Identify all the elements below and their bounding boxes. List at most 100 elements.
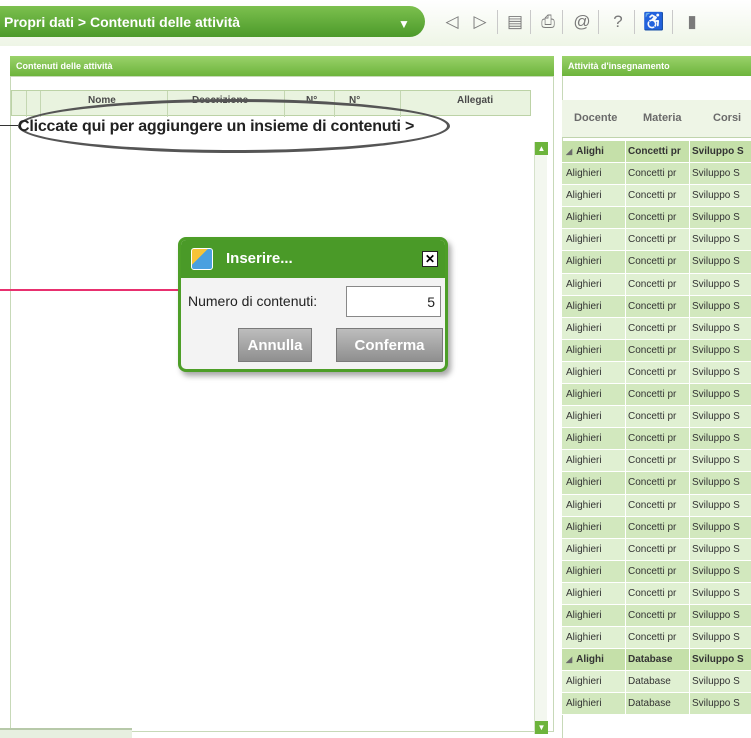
table-row[interactable]: Alighieri Concetti pr Sviluppo S [562,317,751,340]
table-row[interactable]: Alighieri Concetti pr Sviluppo S [562,494,751,517]
docente-text: Alighieri [566,300,602,312]
column-divider [689,361,690,384]
column-divider [689,604,690,627]
toolbar-separator [530,10,531,34]
scroll-down-icon[interactable]: ▼ [535,721,548,734]
chevron-down-icon[interactable]: ▼ [398,17,410,31]
cell-docente: Alighieri [566,367,628,378]
cell-corsi: Sviluppo S [692,212,740,224]
table-row[interactable]: Alighieri Concetti pr Sviluppo S [562,538,751,561]
cell-docente: Alighieri [566,588,628,599]
add-contents-row[interactable]: Cliccate qui per aggiungere un insieme d… [18,118,414,136]
table-row[interactable]: Alighieri Concetti pr Sviluppo S [562,229,751,252]
cell-docente: Alighieri [566,411,628,422]
dialog-title: Inserire... [226,250,293,267]
cell-materia: Concetti pr [628,433,677,445]
group-row[interactable]: ◢ Alighi Concetti pr Sviluppo S [562,141,751,164]
table-row[interactable]: Alighieri Concetti pr Sviluppo S [562,273,751,296]
back-icon[interactable]: ◁ [440,10,464,34]
cell-docente: Alighieri [566,676,628,687]
table-row[interactable]: Alighieri Concetti pr Sviluppo S [562,384,751,407]
column-header-allegati[interactable]: Allegati [457,95,493,106]
help-icon[interactable]: ? [606,10,630,34]
table-row[interactable]: Alighieri Concetti pr Sviluppo S [562,163,751,186]
teaching-column-header: Docente Materia Corsi [562,100,751,138]
column-divider [625,406,626,428]
table-row[interactable]: Alighieri Concetti pr Sviluppo S [562,582,751,605]
column-divider [689,163,690,185]
group-row[interactable]: ◢ Alighi Database Sviluppo S [562,649,751,672]
table-row[interactable]: Alighieri Concetti pr Sviluppo S [562,339,751,362]
table-row[interactable]: Alighieri Concetti pr Sviluppo S [562,185,751,208]
cell-docente: Alighieri [566,279,628,290]
table-row[interactable]: Alighieri Concetti pr Sviluppo S [562,295,751,318]
table-row[interactable]: Alighieri Concetti pr Sviluppo S [562,560,751,583]
cell-materia: Concetti pr [628,366,677,378]
column-header-corsi[interactable]: Corsi [713,112,741,124]
cell-corsi: Sviluppo S [692,521,740,533]
docente-text: Alighieri [566,698,602,710]
table-row[interactable]: Alighieri Database Sviluppo S [562,693,751,716]
cell-docente: Alighieri [566,566,628,577]
count-input[interactable] [346,286,441,317]
cell-docente: Alighieri [566,433,628,444]
more-icon[interactable]: ▮ [680,10,704,34]
docente-text: Alighieri [566,278,602,290]
cancel-button[interactable]: Annulla [238,328,312,362]
toolbar-separator [634,10,635,34]
cell-corsi: Sviluppo S [692,543,740,555]
column-divider [625,604,626,627]
cell-corsi: Sviluppo S [692,433,740,445]
email-icon[interactable]: @ [570,10,594,34]
close-icon[interactable]: ✕ [422,251,438,267]
table-row[interactable]: Alighieri Concetti pr Sviluppo S [562,472,751,495]
insert-dialog: Inserire... ✕ Numero di contenuti: Annul… [178,237,448,372]
table-row[interactable]: Alighieri Concetti pr Sviluppo S [562,428,751,451]
cell-materia: Database [628,654,673,666]
column-divider [625,472,626,494]
table-row[interactable]: Alighieri Concetti pr Sviluppo S [562,406,751,429]
column-divider [689,295,690,317]
column-divider [689,560,690,582]
accessibility-icon[interactable]: ♿ [642,10,666,34]
column-divider [689,251,690,273]
cell-corsi: Sviluppo S [692,477,740,489]
table-row[interactable]: Alighieri Concetti pr Sviluppo S [562,604,751,628]
docente-text: Alighieri [566,190,602,202]
forward-icon[interactable]: ▷ [468,10,492,34]
cell-corsi: Sviluppo S [692,698,740,710]
docente-text: Alighieri [566,632,602,644]
cell-docente: Alighieri [566,500,628,511]
print-icon[interactable]: ⎙ [536,10,560,34]
table-row[interactable]: Alighieri Concetti pr Sviluppo S [562,516,751,539]
column-divider [625,163,626,185]
toolbar-separator [672,10,673,34]
confirm-button[interactable]: Conferma [336,328,443,362]
document-icon[interactable]: ▤ [503,10,527,34]
cell-corsi: Sviluppo S [692,190,740,202]
docente-text: Alighieri [566,366,602,378]
column-divider [689,339,690,361]
left-scrollbar[interactable]: ▲ ▼ [534,142,548,734]
table-row[interactable]: Alighieri Concetti pr Sviluppo S [562,207,751,230]
column-divider [625,450,626,472]
table-row[interactable]: Alighieri Database Sviluppo S [562,671,751,694]
cell-docente: Alighieri [566,234,628,245]
column-divider [625,185,626,207]
cell-docente: Alighieri [566,477,628,488]
cell-materia: Concetti pr [628,256,677,268]
table-row[interactable]: Alighieri Concetti pr Sviluppo S [562,251,751,274]
expand-triangle-icon[interactable]: ◢ [566,655,572,664]
breadcrumb-bar[interactable]: Propri dati > Contenuti delle attività ▼ [0,6,425,37]
column-header-docente[interactable]: Docente [574,112,617,124]
table-row[interactable]: Alighieri Concetti pr Sviluppo S [562,450,751,473]
table-row[interactable]: Alighieri Concetti pr Sviluppo S [562,361,751,385]
column-header-materia[interactable]: Materia [643,112,682,124]
bottom-tab[interactable] [0,728,132,738]
expand-triangle-icon[interactable]: ◢ [566,147,572,156]
table-row[interactable]: Alighieri Concetti pr Sviluppo S [562,627,751,650]
cell-materia: Concetti pr [628,300,677,312]
scroll-up-icon[interactable]: ▲ [535,142,548,155]
cell-materia: Concetti pr [628,146,681,157]
docente-text: Alighieri [566,234,602,246]
